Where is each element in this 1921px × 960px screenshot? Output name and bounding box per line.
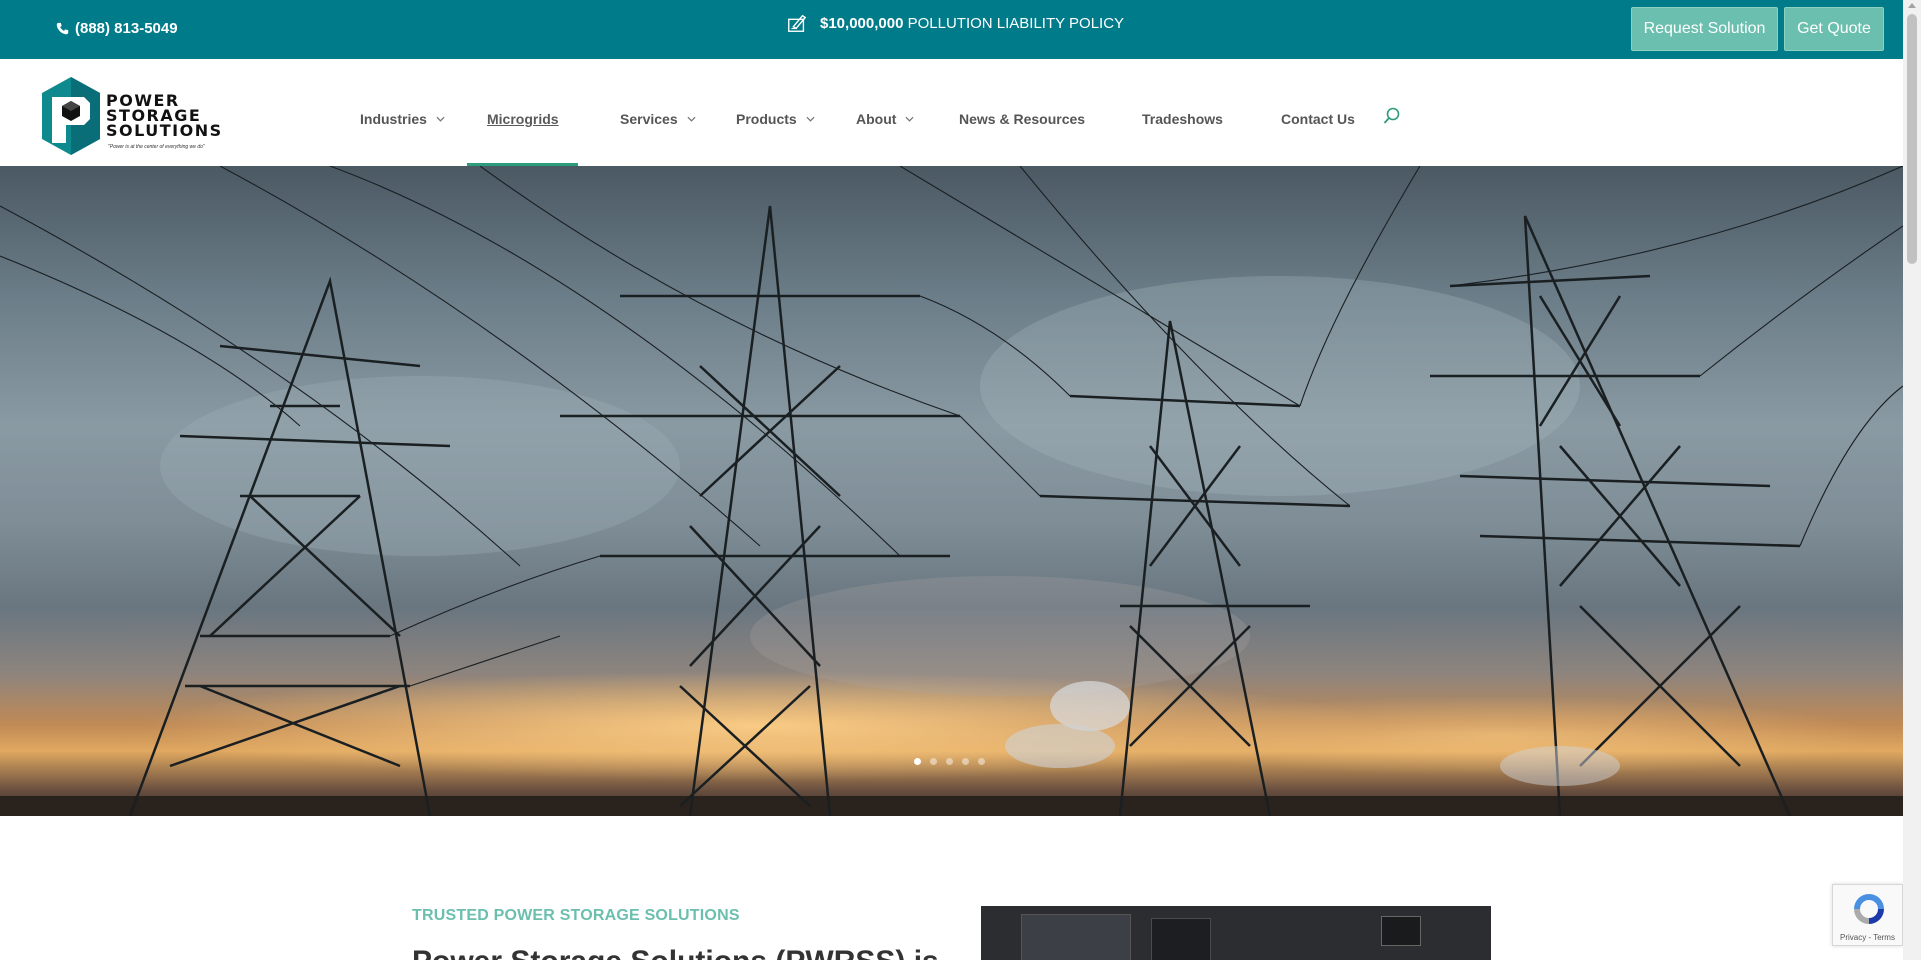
nav-label: Tradeshows: [1142, 111, 1223, 127]
nav-label: Products: [736, 111, 797, 127]
phone-link[interactable]: (888) 813-5049: [56, 20, 178, 37]
promo-banner[interactable]: $10,000,000 POLLUTION LIABILITY POLICY: [786, 12, 1124, 34]
nav-label: Contact Us: [1281, 111, 1355, 127]
chevron-down-icon: [436, 116, 445, 122]
request-solution-button[interactable]: Request Solution: [1631, 7, 1778, 51]
nav-label: News & Resources: [959, 111, 1086, 127]
hero-slider: [0, 166, 1903, 816]
nav-item-products[interactable]: Products: [736, 111, 815, 127]
nav-label: Services: [620, 111, 678, 127]
nav-item-microgrids[interactable]: Microgrids: [487, 111, 559, 127]
chevron-down-icon: [905, 116, 914, 122]
nav-item-services[interactable]: Services: [620, 111, 696, 127]
nav-label: Microgrids: [487, 111, 559, 127]
phone-number: (888) 813-5049: [75, 20, 178, 37]
power-lines-image: [0, 166, 1903, 816]
nav-item-news-resources[interactable]: News & Resources: [959, 111, 1085, 127]
section-eyebrow: TRUSTED POWER STORAGE SOLUTIONS: [412, 907, 740, 924]
page-scrollbar[interactable]: [1903, 0, 1921, 960]
recaptcha-badge[interactable]: Privacy - Terms: [1832, 884, 1903, 946]
site-logo[interactable]: POWER STORAGE SOLUTIONS "Power is at the…: [40, 75, 240, 157]
product-panel: [1381, 916, 1421, 946]
scroll-up-arrow-icon[interactable]: [1908, 3, 1916, 8]
recaptcha-icon: [1854, 894, 1884, 924]
promo-amount: $10,000,000: [820, 14, 904, 32]
scrollbar-thumb[interactable]: [1907, 14, 1917, 264]
slider-dot-5[interactable]: [978, 758, 985, 765]
logo-tagline: "Power is at the center of everything we…: [108, 144, 205, 150]
slider-dot-3[interactable]: [946, 758, 953, 765]
get-quote-button[interactable]: Get Quote: [1784, 7, 1884, 51]
nav-label: About: [856, 111, 897, 127]
logo-mark-icon: [42, 77, 100, 155]
nav-item-contact-us[interactable]: Contact Us: [1281, 111, 1355, 127]
product-image: [981, 906, 1491, 960]
logo-line-3: SOLUTIONS: [106, 121, 223, 140]
nav-item-industries[interactable]: Industries: [360, 111, 445, 127]
chevron-down-icon: [806, 116, 815, 122]
chevron-down-icon: [687, 116, 696, 122]
nav-label: Industries: [360, 111, 427, 127]
nav-item-about[interactable]: About: [856, 111, 914, 127]
policy-icon: [788, 14, 807, 32]
search-icon[interactable]: [1383, 107, 1401, 125]
slider-dot-1[interactable]: [914, 758, 921, 765]
promo-text: POLLUTION LIABILITY POLICY: [907, 14, 1125, 32]
nav-item-tradeshows[interactable]: Tradeshows: [1142, 111, 1223, 127]
phone-icon: [56, 22, 69, 35]
slider-pagination: [914, 758, 985, 765]
logo-wordmark: POWER STORAGE SOLUTIONS: [106, 93, 223, 140]
product-panel: [1151, 918, 1211, 960]
slider-dot-2[interactable]: [930, 758, 937, 765]
product-panel: [1021, 914, 1131, 960]
section-heading: Power Storage Solutions (PWRSS) is: [412, 945, 939, 960]
slider-dot-4[interactable]: [962, 758, 969, 765]
main-navigation: POWER STORAGE SOLUTIONS "Power is at the…: [0, 59, 1903, 166]
top-bar: (888) 813-5049 $10,000,000 POLLUTION LIA…: [0, 0, 1903, 59]
recaptcha-links[interactable]: Privacy - Terms: [1840, 933, 1895, 942]
